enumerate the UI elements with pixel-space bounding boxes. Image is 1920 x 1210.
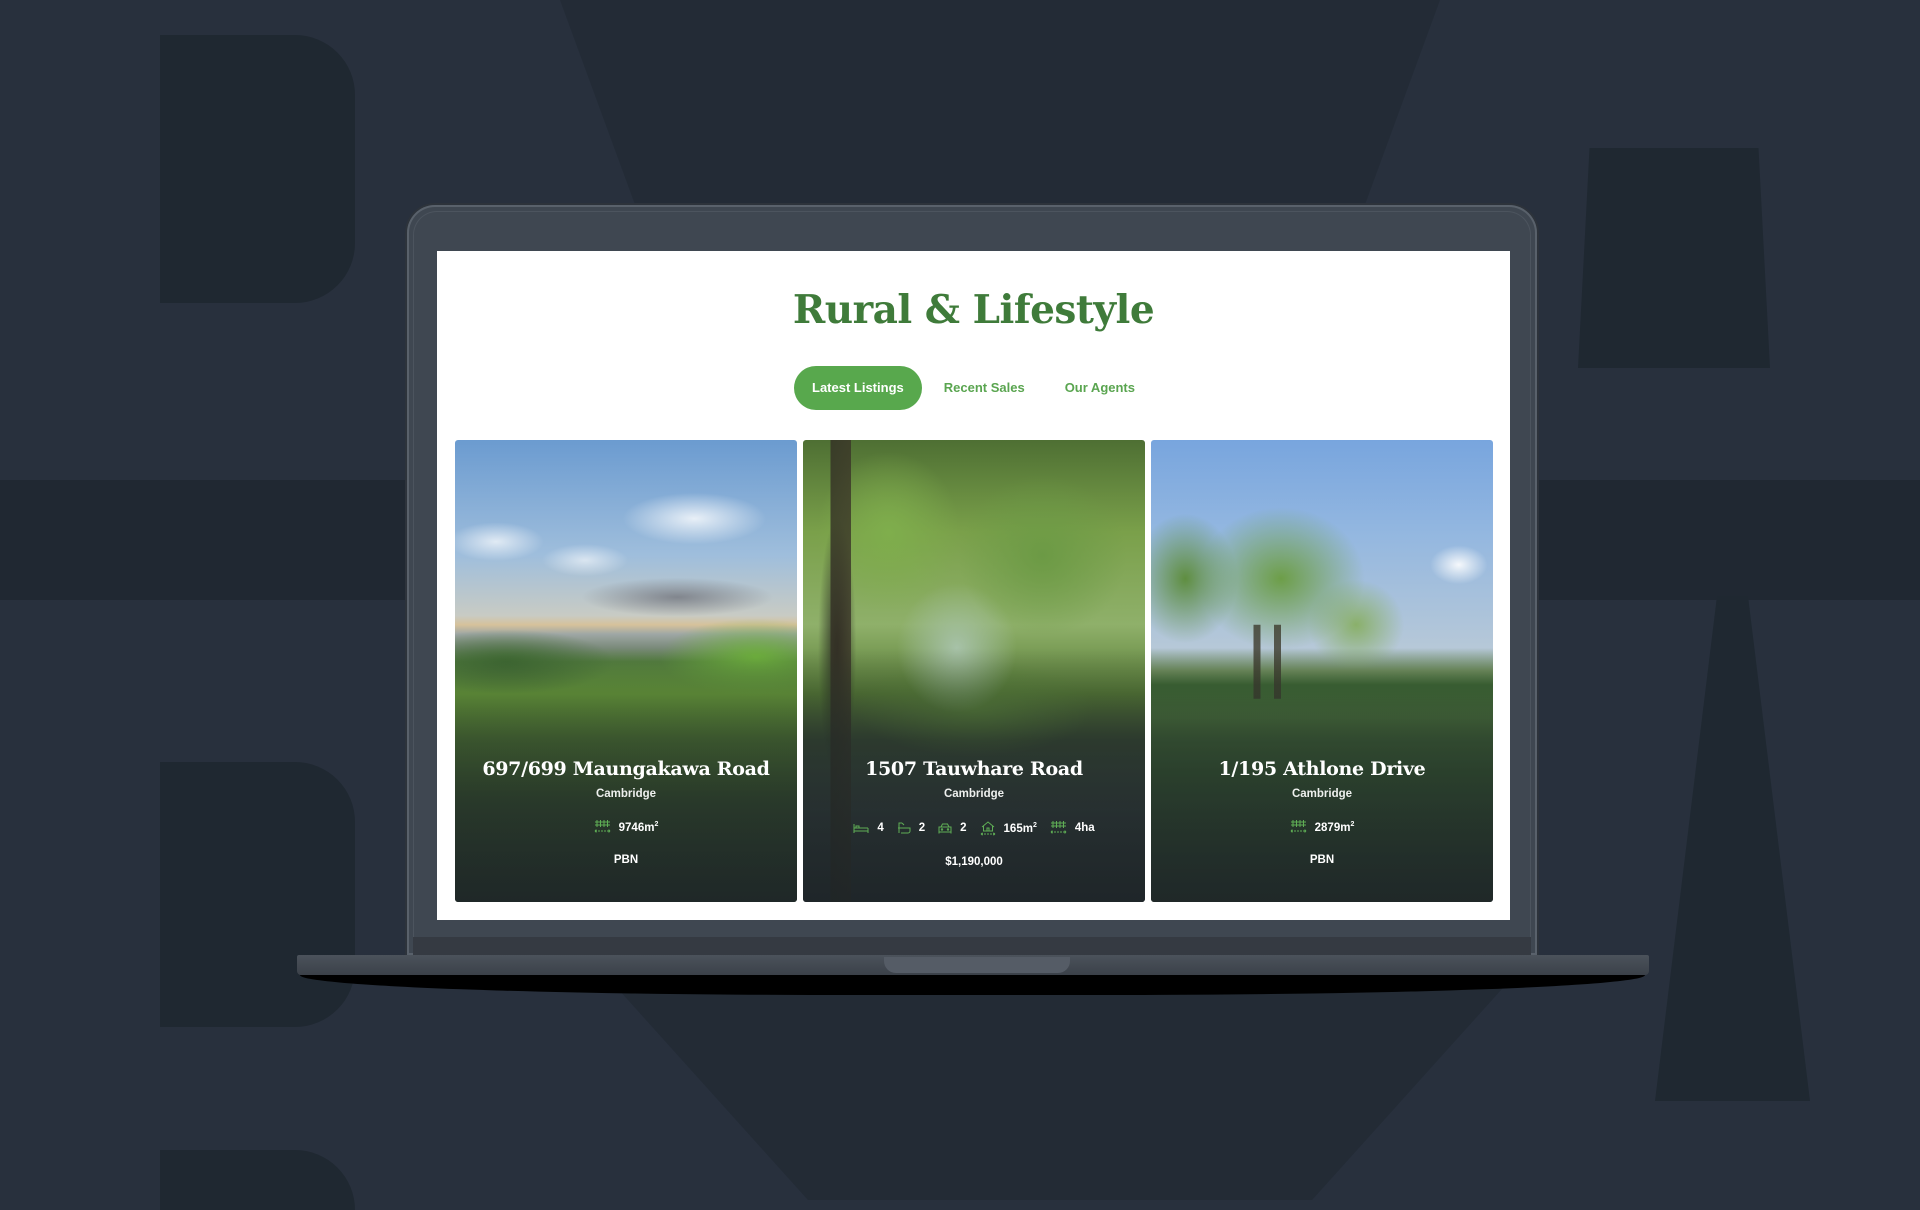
listing-features: 4 2 2 165m2 4ha (803, 820, 1145, 836)
listing-address[interactable]: 1507 Tauwhare Road (803, 758, 1145, 780)
background-letter-b-tail (160, 1150, 355, 1210)
feature-floor-area: 165m2 (980, 820, 1037, 836)
listing-cards: 697/699 Maungakawa Road Cambridge 9746m2… (455, 440, 1493, 902)
land-area-icon (1050, 821, 1067, 835)
land-area-icon (1290, 820, 1307, 834)
listing-features: 9746m2 (455, 820, 797, 834)
laptop-lid-hinge (413, 937, 1531, 955)
feature-land-area: 2879m2 (1290, 820, 1355, 834)
car-icon (938, 822, 952, 834)
land-area-icon (594, 820, 611, 834)
tab-bar: Latest Listings Recent Sales Our Agents (437, 366, 1510, 410)
bath-icon (897, 821, 911, 835)
land-area-value: 4ha (1074, 822, 1095, 834)
listing-features: 2879m2 (1151, 820, 1493, 834)
floor-area-icon (980, 820, 996, 836)
listing-suburb: Cambridge (943, 788, 1005, 800)
background-letter-b-bottom (160, 762, 355, 1027)
feature-land-area: 9746m2 (594, 820, 659, 834)
page-title: Rural & Lifestyle (792, 287, 1155, 333)
listing-suburb: Cambridge (1291, 788, 1353, 800)
card-body: 1/195 Athlone Drive Cambridge 2879m2 PBN (1151, 758, 1493, 866)
listing-address[interactable]: 1/195 Athlone Drive (1151, 758, 1493, 780)
laptop-notch (884, 957, 1070, 973)
card-body: 1507 Tauwhare Road Cambridge 4 2 2 165m2… (803, 758, 1145, 868)
background-letter-y (610, 980, 1510, 1200)
tab-our-agents[interactable]: Our Agents (1047, 366, 1153, 410)
feature-garages: 2 (938, 822, 967, 834)
bathrooms-value: 2 (918, 822, 926, 834)
floor-area-value: 165m2 (1003, 821, 1037, 835)
feature-bedrooms: 4 (853, 822, 884, 834)
listing-address[interactable]: 697/699 Maungakawa Road (455, 758, 797, 780)
feature-land-area: 4ha (1050, 821, 1095, 835)
tab-latest-listings[interactable]: Latest Listings (794, 366, 922, 410)
background-letter-a-counter (1578, 148, 1770, 368)
listing-price: PBN (1309, 854, 1335, 866)
listing-price: PBN (613, 854, 639, 866)
listing-price: $1,190,000 (945, 856, 1003, 868)
feature-bathrooms: 2 (897, 821, 925, 835)
card-body: 697/699 Maungakawa Road Cambridge 9746m2… (455, 758, 797, 866)
bedrooms-value: 4 (877, 822, 884, 834)
listing-card[interactable]: 1507 Tauwhare Road Cambridge 4 2 2 165m2… (803, 440, 1145, 902)
land-area-value: 2879m2 (1314, 820, 1355, 834)
background-letter-a-bottom (1655, 596, 1810, 1101)
garages-value: 2 (960, 822, 967, 834)
laptop-screen: Rural & Lifestyle Latest Listings Recent… (437, 251, 1510, 920)
land-area-value: 9746m2 (618, 820, 659, 834)
listing-suburb: Cambridge (595, 788, 657, 800)
background-letter-b-top (160, 35, 355, 303)
listing-card[interactable]: 1/195 Athlone Drive Cambridge 2879m2 PBN (1151, 440, 1493, 902)
listing-card[interactable]: 697/699 Maungakawa Road Cambridge 9746m2… (455, 440, 797, 902)
bed-icon (853, 822, 869, 834)
tab-recent-sales[interactable]: Recent Sales (926, 366, 1043, 410)
